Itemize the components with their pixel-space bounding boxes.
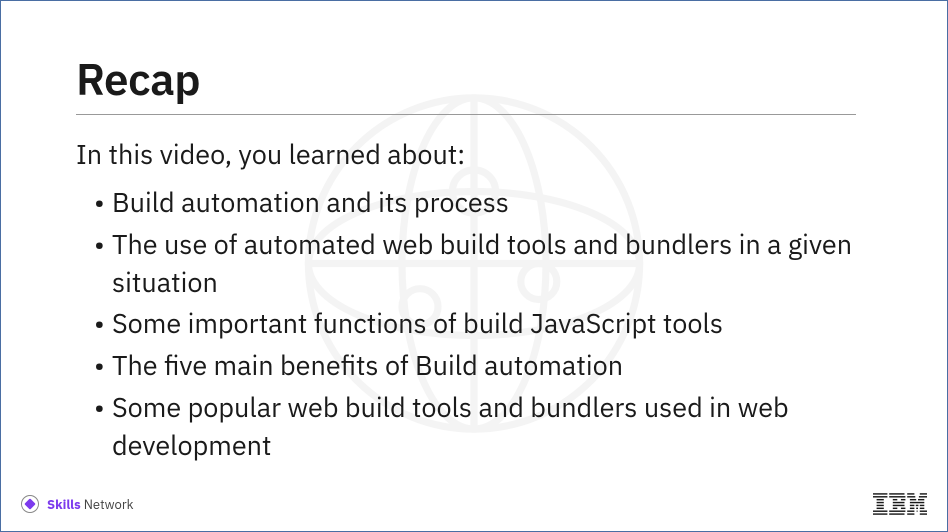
skills-network-text: Skills Network [47, 496, 133, 513]
intro-text: In this video, you learned about: [76, 137, 872, 172]
ibm-logo [873, 493, 927, 515]
skills-network-brand: Skills Network [21, 495, 133, 513]
skills-network-icon [21, 495, 39, 513]
bullet-item: Some popular web build tools and bundler… [94, 389, 872, 465]
title-divider [76, 114, 856, 115]
bullet-item: The five main benefits of Build automati… [94, 347, 872, 385]
bullet-item: Build automation and its process [94, 184, 872, 222]
bullet-item: The use of automated web build tools and… [94, 226, 872, 302]
slide-footer: Skills Network [1, 489, 947, 519]
slide-content: Recap In this video, you learned about: … [1, 1, 947, 465]
slide-title: Recap [76, 51, 872, 108]
bullet-item: Some important functions of build JavaSc… [94, 305, 872, 343]
bullet-list: Build automation and its process The use… [76, 184, 872, 465]
